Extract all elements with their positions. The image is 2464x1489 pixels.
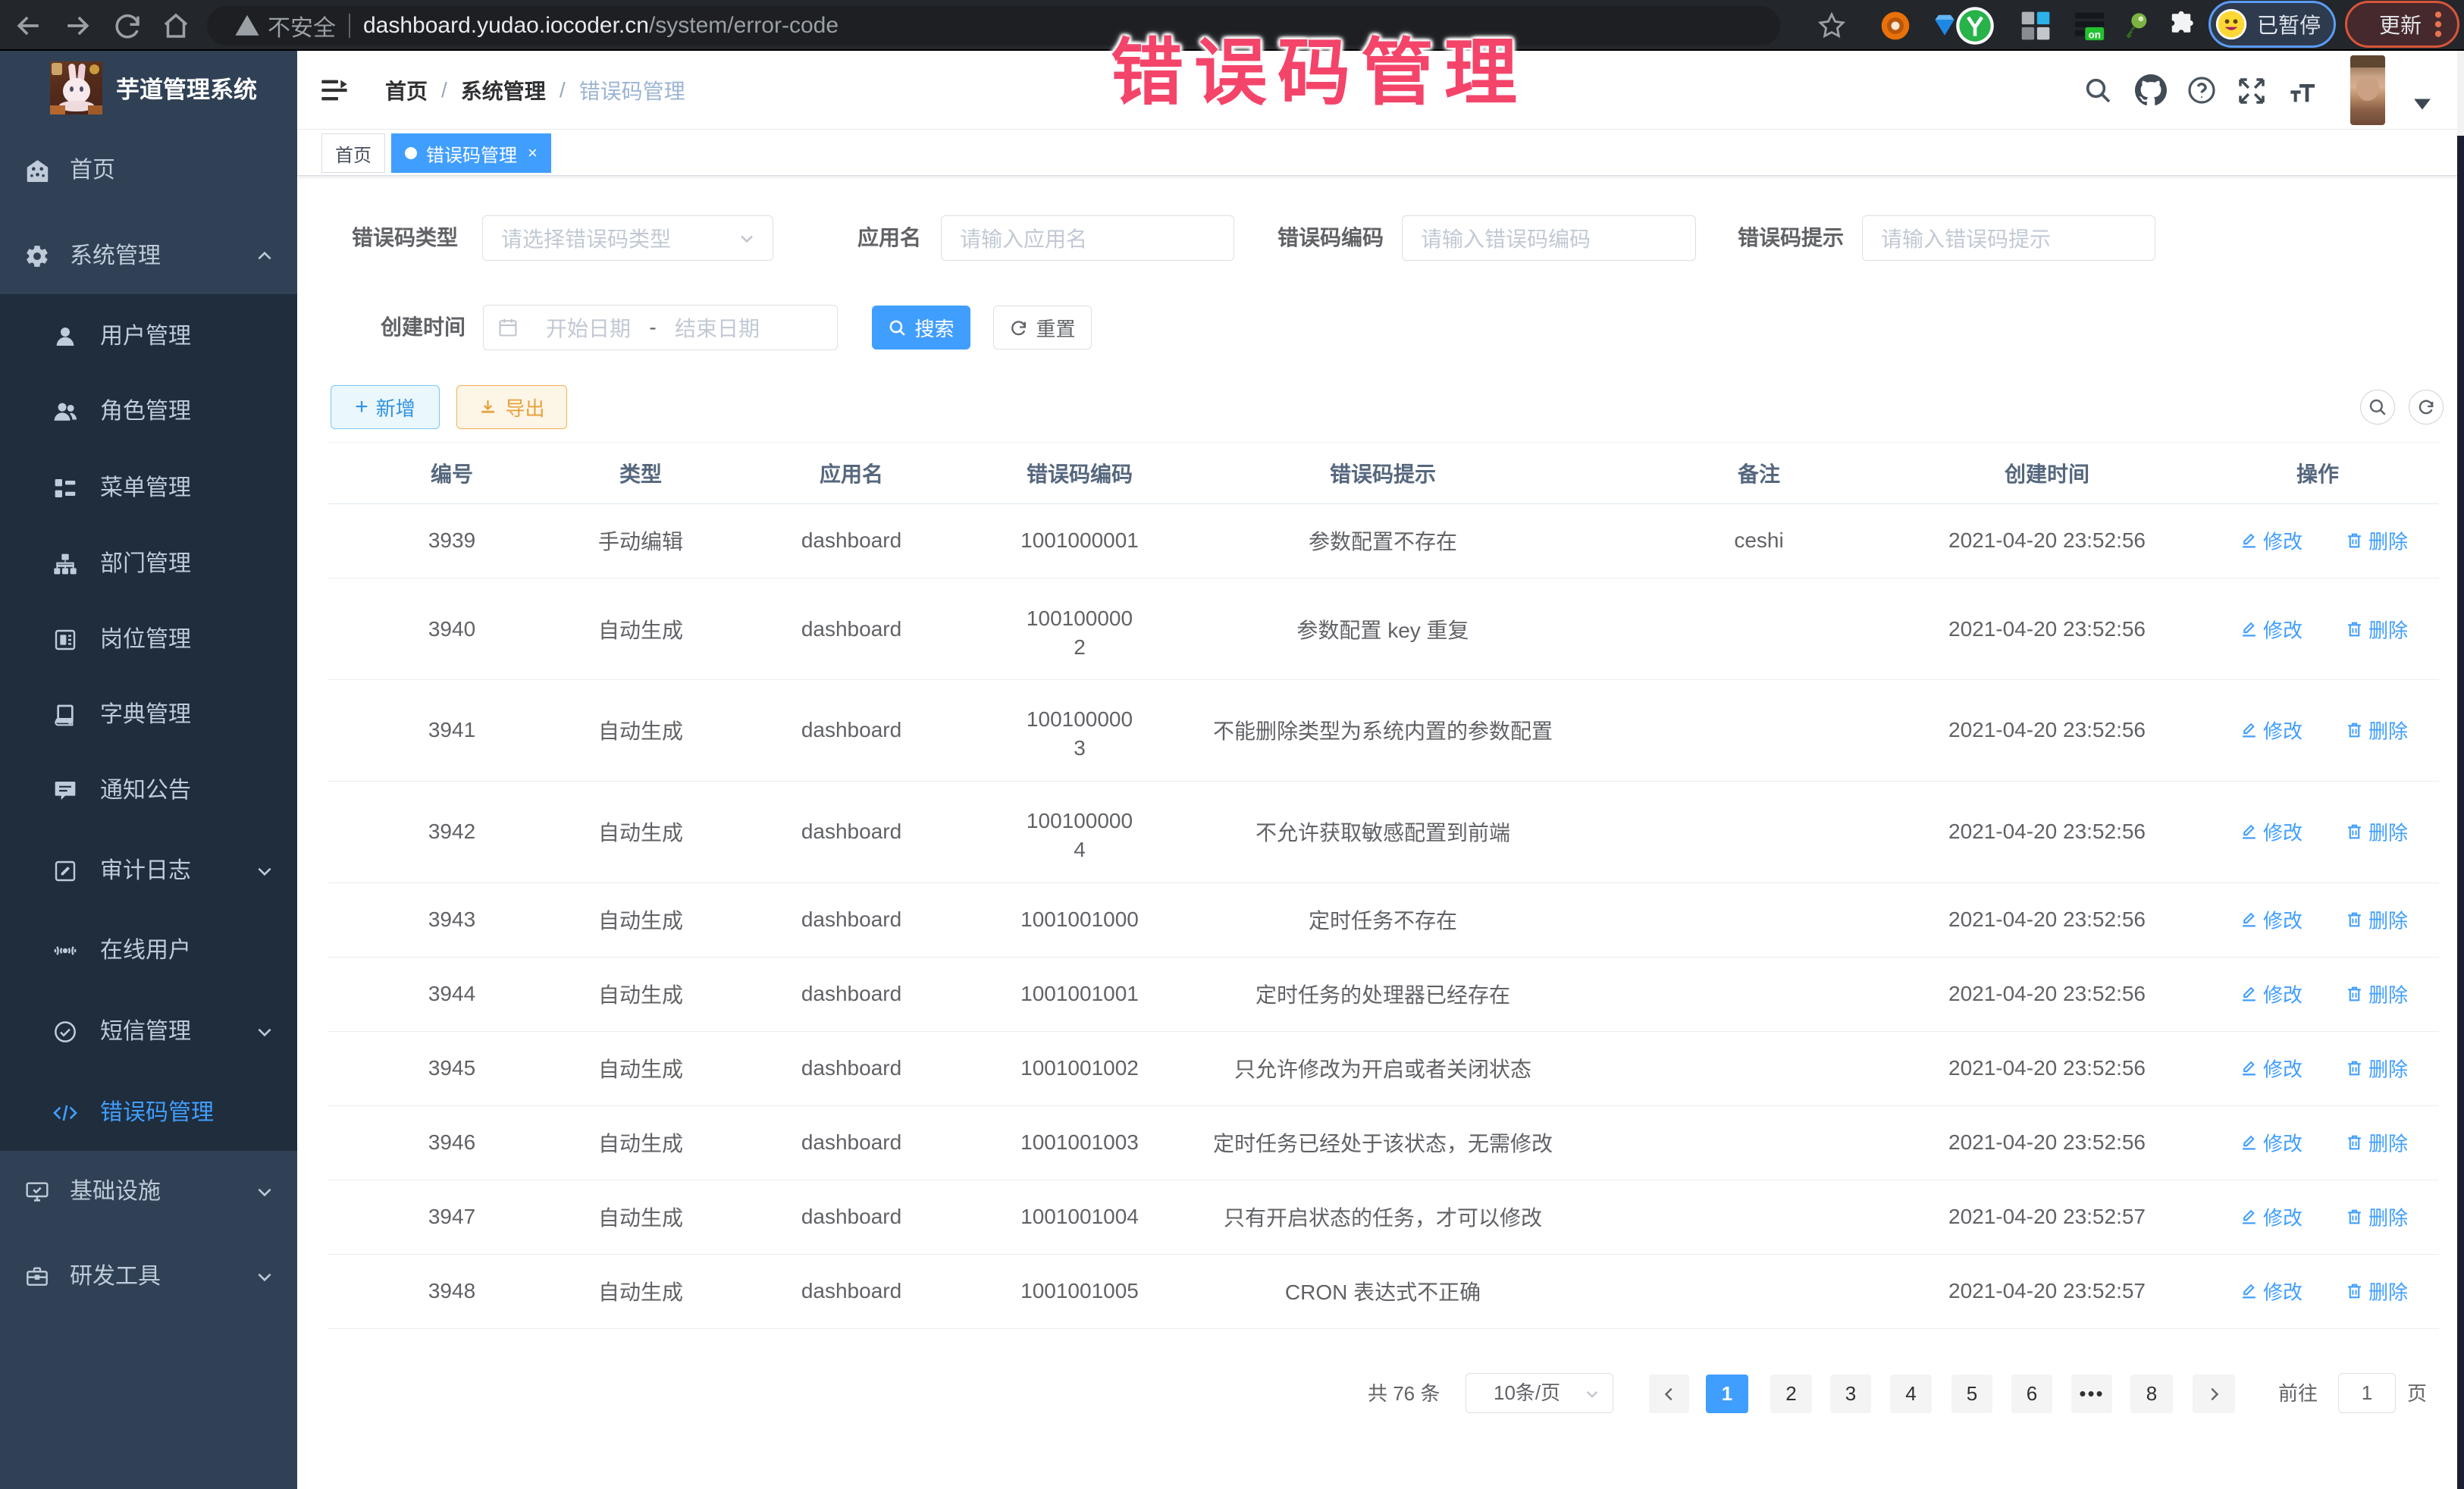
svg-text:on: on <box>2089 29 2101 40</box>
